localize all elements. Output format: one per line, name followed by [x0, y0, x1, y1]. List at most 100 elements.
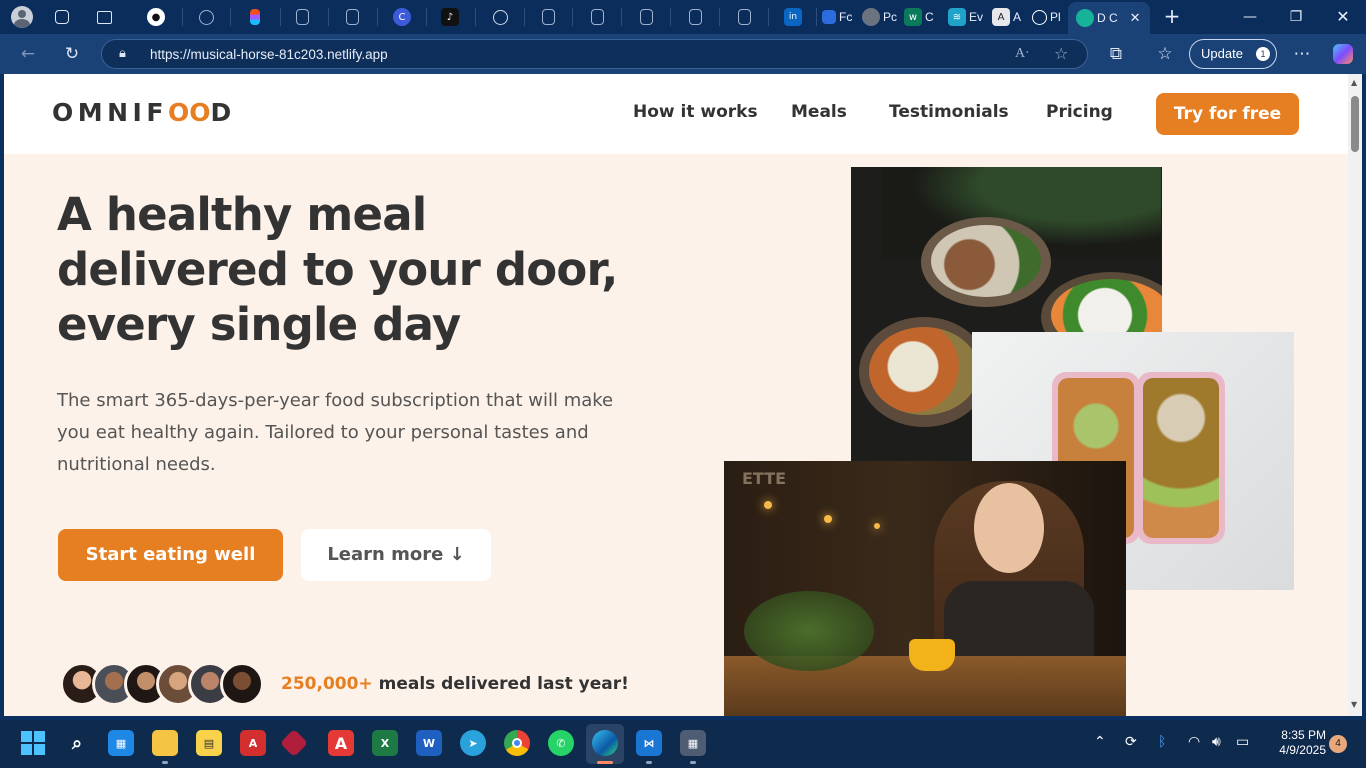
- nav-pricing[interactable]: Pricing: [1046, 102, 1113, 122]
- favorites-icon[interactable]: ☆: [1152, 42, 1178, 66]
- windows-taskbar: ⌕ ▦ ▤ A A X W ➤ ✆ ⋈ ▦ ⌃ ⟳ ᛒ ◠ 🔊︎ ▭ 8:35 …: [0, 720, 1366, 768]
- tab-a[interactable]: AA: [992, 3, 1028, 31]
- microsoft-store-icon[interactable]: ▦: [108, 730, 134, 756]
- sync-status-icon[interactable]: ⟳: [1125, 734, 1137, 750]
- whatsapp-icon[interactable]: ✆: [548, 730, 574, 756]
- vertical-tabs-icon[interactable]: [92, 3, 116, 31]
- tab-active[interactable]: D C ✕: [1068, 2, 1150, 34]
- tab-globe[interactable]: [194, 3, 218, 31]
- page-viewport: OMNIFOOD How it works Meals Testimonials…: [4, 74, 1348, 716]
- calculator-icon[interactable]: ▦: [680, 730, 706, 756]
- windows-start-icon[interactable]: [20, 730, 46, 756]
- logo-mark: OO: [167, 98, 211, 127]
- close-window-button[interactable]: ✕: [1331, 6, 1355, 28]
- tab-doc-6[interactable]: [683, 3, 707, 31]
- try-for-free-button[interactable]: Try for free: [1156, 93, 1299, 135]
- extensions-icon[interactable]: ⧉: [1103, 42, 1129, 66]
- tab-pc[interactable]: Pc: [862, 3, 904, 31]
- learn-more-button[interactable]: Learn more ↓: [301, 529, 491, 581]
- chrome-icon[interactable]: [504, 730, 530, 756]
- file-explorer-icon[interactable]: [152, 730, 178, 756]
- woman-eating-photo: ETTE: [724, 461, 1126, 716]
- start-eating-well-button[interactable]: Start eating well: [58, 529, 283, 581]
- hero-description: The smart 365-days-per-year food subscri…: [57, 390, 614, 475]
- telegram-icon[interactable]: ➤: [460, 730, 486, 756]
- scroll-up-icon[interactable]: ▲: [1351, 78, 1357, 87]
- volume-icon[interactable]: 🔊︎: [1212, 734, 1221, 750]
- workspaces-icon[interactable]: [50, 3, 74, 31]
- tab-c[interactable]: wC: [904, 3, 944, 31]
- hero-title: A healthy meal delivered to your door, e…: [57, 187, 677, 352]
- address-bar[interactable]: 🔒︎ https://musical-horse-81c203.netlify.…: [101, 39, 1088, 69]
- tab-doc-2[interactable]: [340, 3, 364, 31]
- meals-delivered-label: meals delivered last year!: [372, 674, 629, 694]
- word-icon[interactable]: W: [416, 730, 442, 756]
- back-icon[interactable]: ←: [15, 42, 41, 66]
- meals-delivered-count: 250,000+: [281, 674, 373, 694]
- tab-linkedin[interactable]: in: [781, 3, 805, 31]
- excel-icon[interactable]: X: [372, 730, 398, 756]
- nav-how-it-works[interactable]: How it works: [633, 102, 758, 122]
- nav-testimonials[interactable]: Testimonials: [889, 102, 1009, 122]
- tab-tiktok[interactable]: ♪: [438, 3, 462, 31]
- omnifood-logo[interactable]: OMNIFOOD: [52, 98, 236, 127]
- update-badge: 1: [1256, 47, 1270, 61]
- meals-delivered-text: 250,000+ meals delivered last year!: [281, 674, 629, 694]
- update-button[interactable]: Update 1: [1189, 39, 1277, 69]
- more-options-icon[interactable]: ⋯: [1289, 42, 1315, 66]
- hero-title-line-3: every single day: [57, 298, 461, 351]
- lock-icon[interactable]: 🔒︎: [119, 46, 126, 61]
- tab-doc-3[interactable]: [536, 3, 560, 31]
- tab-doc-7[interactable]: [732, 3, 756, 31]
- revit-icon[interactable]: [279, 728, 309, 758]
- site-header: OMNIFOOD How it works Meals Testimonials…: [4, 74, 1348, 154]
- clock-date: 4/9/2025: [1279, 743, 1326, 757]
- autocad-icon[interactable]: A: [240, 730, 266, 756]
- hero-title-line-2: delivered to your door,: [57, 243, 618, 296]
- refresh-icon[interactable]: ↻: [59, 42, 85, 66]
- update-label: Update: [1201, 46, 1243, 61]
- page-scrollbar[interactable]: ▲ ▼: [1348, 74, 1362, 716]
- search-icon[interactable]: ⌕: [64, 730, 90, 756]
- scroll-down-icon[interactable]: ▼: [1351, 700, 1357, 709]
- favorite-star-icon[interactable]: ☆: [1054, 44, 1068, 63]
- tab-fc[interactable]: Fc: [822, 3, 860, 31]
- edge-icon[interactable]: [592, 730, 618, 756]
- close-tab-icon[interactable]: ✕: [1130, 11, 1141, 26]
- tab-canva[interactable]: C: [390, 3, 414, 31]
- tab-openai[interactable]: [488, 3, 512, 31]
- netlify-icon: [1076, 9, 1094, 27]
- adobe-acrobat-icon[interactable]: A: [328, 730, 354, 756]
- copilot-icon[interactable]: [1330, 42, 1356, 66]
- hero-title-line-1: A healthy meal: [57, 188, 427, 241]
- tab-pl[interactable]: Pl: [1032, 3, 1068, 31]
- tab-figma[interactable]: [243, 3, 267, 31]
- new-tab-button[interactable]: +: [1160, 6, 1184, 28]
- tab-github[interactable]: ●: [144, 3, 168, 31]
- tab-ev[interactable]: ≋ Ev: [948, 3, 992, 31]
- nav-meals[interactable]: Meals: [791, 102, 847, 122]
- clock-time: 8:35 PM: [1281, 728, 1326, 742]
- profile-avatar[interactable]: [8, 3, 36, 31]
- tab-doc-1[interactable]: [290, 3, 314, 31]
- restore-button[interactable]: ❐: [1284, 6, 1308, 28]
- tab-bar: ● C ♪ in Fc Pc wC ≋ Ev AA Pl D C ✕ + — ❐ …: [0, 0, 1366, 34]
- logo-suffix: D: [210, 98, 236, 127]
- active-tab-label: D C: [1097, 11, 1118, 25]
- wifi-icon[interactable]: ◠: [1188, 734, 1200, 750]
- read-aloud-icon[interactable]: Aᐧ: [1015, 45, 1029, 62]
- bluetooth-icon[interactable]: ᛒ: [1158, 734, 1166, 750]
- show-hidden-icons-chevron-icon[interactable]: ⌃: [1094, 734, 1106, 750]
- system-clock[interactable]: 8:35 PM 4/9/2025: [1264, 728, 1326, 758]
- url-text: https://musical-horse-81c203.netlify.app: [150, 47, 388, 62]
- tab-doc-5[interactable]: [634, 3, 658, 31]
- tab-doc-4[interactable]: [585, 3, 609, 31]
- vscode-icon[interactable]: ⋈: [636, 730, 662, 756]
- address-toolbar: ← ↻ 🔒︎ https://musical-horse-81c203.netl…: [0, 34, 1366, 74]
- battery-icon[interactable]: ▭: [1236, 734, 1249, 750]
- minimize-button[interactable]: —: [1238, 6, 1262, 28]
- notification-badge[interactable]: 4: [1329, 735, 1347, 753]
- avatar: [220, 662, 264, 706]
- notes-app-icon[interactable]: ▤: [196, 730, 222, 756]
- scroll-thumb[interactable]: [1351, 96, 1359, 152]
